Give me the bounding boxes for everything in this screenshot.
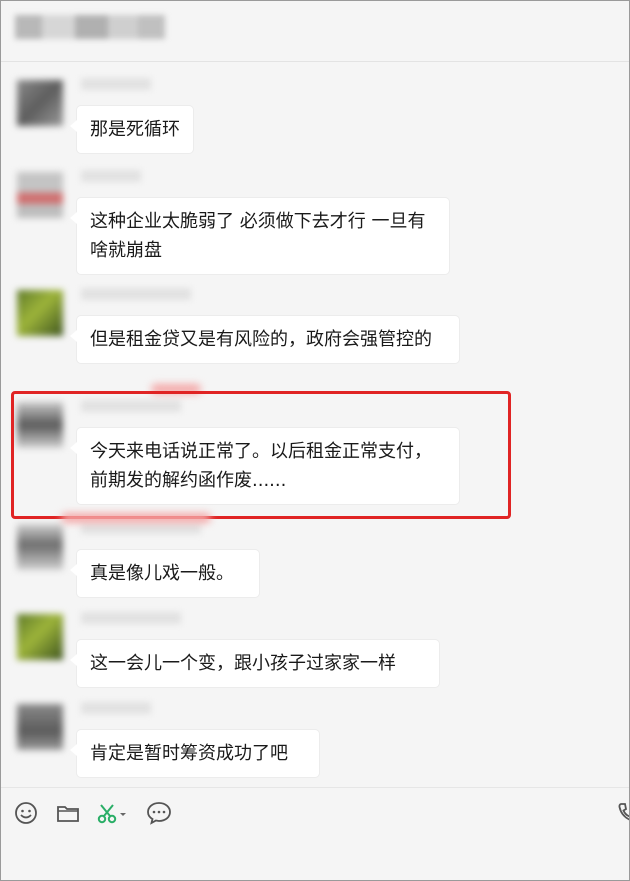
chat-history-icon[interactable] bbox=[145, 800, 173, 826]
message-bubble[interactable]: 真是像儿戏一般。 bbox=[70, 550, 259, 597]
sender-name-redacted bbox=[81, 78, 151, 90]
message-text: 这一会儿一个变，跟小孩子过家家一样 bbox=[90, 653, 396, 674]
message-bubble[interactable]: 那是死循环 bbox=[70, 106, 193, 153]
avatar[interactable] bbox=[17, 704, 63, 750]
avatar[interactable] bbox=[17, 172, 63, 218]
message-text: 那是死循环 bbox=[90, 119, 180, 140]
message-text: 但是租金贷又是有风险的，政府会强管控的 bbox=[90, 329, 432, 350]
message-bubble[interactable]: 但是租金贷又是有风险的，政府会强管控的 bbox=[70, 316, 459, 363]
avatar[interactable] bbox=[17, 614, 63, 660]
message-text: 这种企业太脆弱了 必须做下去才行 一旦有啥就崩盘 bbox=[90, 211, 426, 261]
chat-title-redacted bbox=[15, 15, 165, 39]
message-text: 真是像儿戏一般。 bbox=[90, 563, 234, 584]
highlight-box bbox=[11, 391, 511, 519]
input-toolbar bbox=[1, 787, 629, 838]
message-text: 肯定是暂时筹资成功了吧 bbox=[90, 743, 288, 764]
sender-name-redacted bbox=[81, 702, 151, 714]
chat-window: 那是死循环 这种企业太脆弱了 必须做下去才行 一旦有啥就崩盘 但是租金贷又是有风… bbox=[0, 0, 630, 881]
screenshot-scissors-icon[interactable] bbox=[95, 800, 129, 826]
sender-name-redacted bbox=[81, 522, 201, 534]
message-bubble[interactable]: 这一会儿一个变，跟小孩子过家家一样 bbox=[70, 640, 439, 687]
avatar[interactable] bbox=[17, 80, 63, 126]
avatar[interactable] bbox=[17, 290, 63, 336]
avatar[interactable] bbox=[17, 524, 63, 570]
message-bubble[interactable]: 肯定是暂时筹资成功了吧 bbox=[70, 730, 319, 777]
emoji-icon[interactable] bbox=[13, 800, 39, 826]
message-bubble[interactable]: 这种企业太脆弱了 必须做下去才行 一旦有啥就崩盘 bbox=[70, 198, 449, 274]
phone-icon[interactable] bbox=[615, 800, 629, 826]
sender-name-redacted bbox=[81, 288, 191, 300]
chat-header bbox=[1, 1, 629, 62]
smudge-mark bbox=[61, 513, 211, 523]
folder-icon[interactable] bbox=[55, 800, 81, 826]
sender-name-redacted bbox=[81, 170, 141, 182]
sender-name-redacted bbox=[81, 612, 181, 624]
